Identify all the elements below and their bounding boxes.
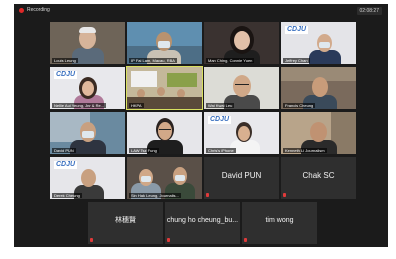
participant-tile-15[interactable]: David PUN [204,157,279,199]
participant-tile-14[interactable]: Sin Hak Leung, Journalis... [127,157,202,199]
participant-name: Francis Cheung [283,103,316,108]
muted-mic-icon [244,238,247,242]
participant-tile-5[interactable]: CDJU Nellie Aui Yeung, Jnr & Re... [50,67,125,109]
recording-label: Recording [27,7,50,13]
participant-name: David PUN [52,148,76,153]
participant-tile-9[interactable]: David PUN [50,112,125,154]
participant-tile-17[interactable]: 林穗賢 [88,202,163,244]
participant-tile-18[interactable]: chung ho cheung_bu... [165,202,240,244]
meeting-timer: 02:08:27 [356,7,382,15]
top-bar: Recording 02:08:27 [14,4,388,18]
participant-tile-4[interactable]: CDJU Jeffrey Chan [281,22,356,64]
muted-mic-icon [90,238,93,242]
participant-name: Louis Leung [52,58,78,63]
participant-tile-3[interactable]: Man Ching, Connie Yuen [204,22,279,64]
muted-mic-icon [167,238,170,242]
muted-mic-icon [206,193,209,197]
participant-name: Jeffrey Chan [283,58,310,63]
participant-name: Chris's iPhone [206,148,236,153]
participant-name: HKPA [129,103,144,108]
participant-tile-7[interactable]: Wai Kwai Leu [204,67,279,109]
participant-tile-6[interactable]: HKPA [126,66,203,110]
participant-name: Man Ching, Connie Yuen [206,58,255,63]
muted-mic-icon [283,193,286,197]
participant-display-name: chung ho cheung_bu... [166,217,239,224]
participant-name: LAW Tsz Fung [129,148,159,153]
participant-display-name: Chak SC [302,171,335,180]
participant-display-name: 林穗賢 [115,217,136,224]
participant-tile-13[interactable]: CDJU Derek Cheung [50,157,125,199]
participant-tile-10[interactable]: LAW Tsz Fung [127,112,202,154]
participant-tile-8[interactable]: Francis Cheung [281,67,356,109]
participant-name: IP Fai Lam, Macau, RBA [129,58,177,63]
participant-display-name: tim wong [265,217,294,224]
participant-tile-19[interactable]: tim wong [242,202,317,244]
participant-tile-11[interactable]: CDJU Chris's iPhone [204,112,279,154]
participant-name: Sin Hak Leung, Journalis... [129,193,181,198]
participant-tile-2[interactable]: IP Fai Lam, Macau, RBA [127,22,202,64]
cdju-logo: CDJU [54,161,78,169]
cdju-logo: CDJU [208,116,232,124]
participant-name: Derek Cheung [52,193,82,198]
participant-tile-1[interactable]: Louis Leung [50,22,125,64]
recording-indicator: Recording [19,8,50,13]
meeting-window: Recording 02:08:27 Louis Leung IP Fai La… [14,4,388,247]
participant-name: Kenneth Li Journalism [283,148,327,153]
recording-dot-icon [19,8,24,13]
cdju-logo: CDJU [285,26,309,34]
participant-name: Wai Kwai Leu [206,103,235,108]
participant-display-name: David PUN [221,171,262,180]
participant-name: Nellie Aui Yeung, Jnr & Re... [52,103,107,108]
participant-tile-12[interactable]: Kenneth Li Journalism [281,112,356,154]
participant-tile-16[interactable]: Chak SC [281,157,356,199]
cdju-logo: CDJU [54,71,78,79]
